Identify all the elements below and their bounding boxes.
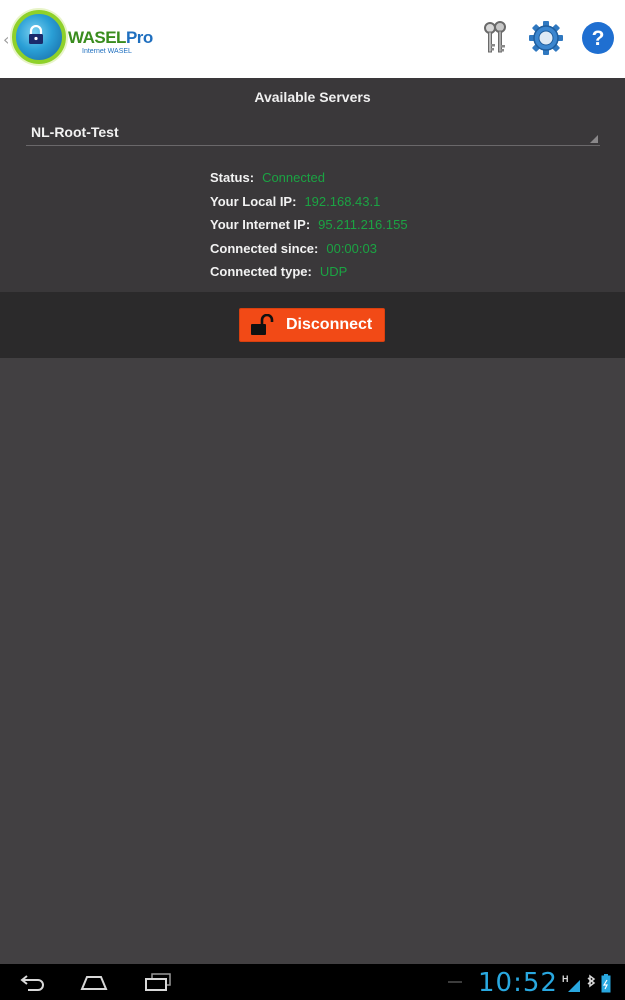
connection-panel: Available Servers NL-Root-Test Status: C… [0,78,625,292]
up-caret-icon[interactable]: ‹ [3,30,9,49]
logo-word-wasel: WASEL [68,28,126,47]
info-value: Connected [262,170,325,186]
dropdown-arrow-icon [590,135,598,143]
info-label: Status: [210,170,255,186]
battery-icon [601,974,611,993]
help-icon[interactable]: ? [580,20,616,56]
info-value: UDP [319,264,348,280]
info-row-connected-since: Connected since: 00:00:03 [210,237,408,261]
svg-text:?: ? [592,27,605,50]
unlock-icon [251,314,274,335]
servers-title: Available Servers [254,89,371,105]
app-logo[interactable]: WASELPro Internet WASEL [12,10,162,70]
bluetooth-icon [587,974,596,988]
info-value: 00:00:03 [326,240,377,256]
info-value: 192.168.43.1 [304,193,381,209]
info-label: Your Local IP: [210,193,297,209]
disconnect-button[interactable]: Disconnect [239,308,385,342]
server-select-value: NL-Root-Test [31,124,119,140]
info-row-status: Status: Connected [210,166,408,190]
button-bar: Disconnect [0,292,625,358]
info-label: Connected type: [210,264,312,280]
signal-icon [568,980,580,992]
logo-wordmark: WASELPro [68,28,153,48]
settings-icon[interactable] [528,20,564,56]
system-nav-bar: 10:52 H [0,964,625,1000]
info-value: 95.211.216.155 [318,217,408,233]
connection-info: Status: Connected Your Local IP: 192.168… [210,166,408,284]
signal-type-label: H [562,974,569,984]
status-icons: H [562,974,611,993]
info-label: Connected since: [210,240,319,256]
home-icon[interactable] [79,972,109,992]
keys-icon[interactable] [478,20,514,56]
info-row-local-ip: Your Local IP: 192.168.43.1 [210,190,408,214]
disconnect-label: Disconnect [286,316,373,333]
logo-subtitle: Internet WASEL [82,48,132,55]
back-icon[interactable] [18,972,48,992]
action-bar: ‹ WASELPro Internet WASEL ? [0,0,625,78]
clock[interactable]: 10:52 [478,968,558,998]
logo-word-pro: Pro [125,28,153,47]
info-row-connected-type: Connected type: UDP [210,260,408,284]
info-row-internet-ip: Your Internet IP: 95.211.216.155 [210,213,408,237]
server-select[interactable]: NL-Root-Test [26,118,600,146]
logo-lock-icon [29,25,43,44]
recent-apps-icon[interactable] [143,972,173,992]
notification-indicator[interactable] [448,981,462,983]
info-label: Your Internet IP: [210,217,311,233]
